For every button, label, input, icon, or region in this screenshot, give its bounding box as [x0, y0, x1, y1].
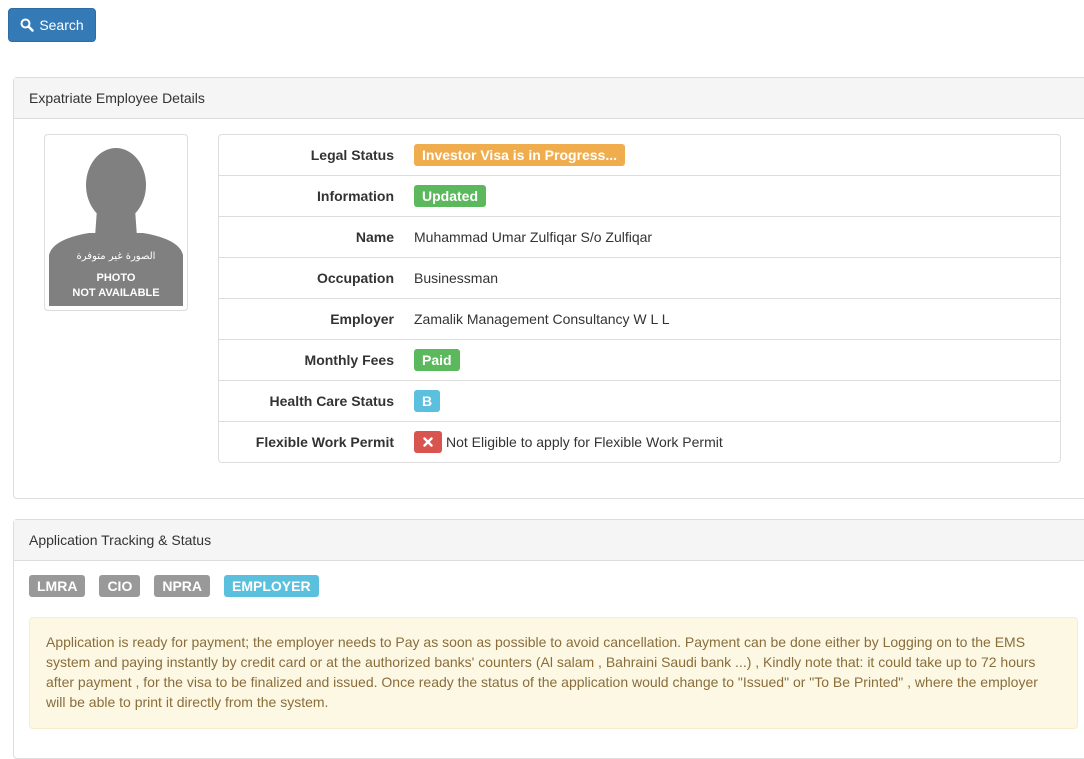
- table-row: Health Care Status B: [219, 380, 1060, 421]
- row-label: Occupation: [316, 270, 394, 286]
- row-label: Flexible Work Permit: [255, 434, 394, 450]
- photo-placeholder: الصورة غير متوفرة PHOTO NOT AVAILABLE: [44, 134, 188, 311]
- status-message: Application is ready for payment; the em…: [29, 617, 1078, 729]
- table-row: Information Updated: [219, 175, 1060, 216]
- name-value: Muhammad Umar Zulfiqar S/o Zulfiqar: [414, 229, 653, 245]
- flexible-permit-value: Not Eligible to apply for Flexible Work …: [446, 434, 723, 450]
- occupation-value: Businessman: [414, 270, 499, 286]
- table-row: Name Muhammad Umar Zulfiqar S/o Zulfiqar: [219, 216, 1060, 257]
- stage-lmra: LMRA: [29, 575, 86, 597]
- details-table: Legal Status Investor Visa is in Progres…: [218, 134, 1061, 463]
- search-icon: [20, 18, 35, 32]
- table-row: Monthly Fees Paid: [219, 339, 1060, 380]
- tracking-stages: LMRA CIO NPRA EMPLOYER: [29, 575, 319, 597]
- legal-status-badge: Investor Visa is in Progress...: [414, 144, 626, 166]
- table-row: Legal Status Investor Visa is in Progres…: [219, 135, 1060, 175]
- row-label: Employer: [330, 311, 394, 327]
- employer-value: Zamalik Management Consultancy W L L: [414, 311, 670, 327]
- application-tracking-panel: Application Tracking & Status LMRA CIO N…: [13, 519, 1084, 759]
- row-label: Legal Status: [310, 147, 394, 163]
- search-button[interactable]: Search: [8, 8, 96, 42]
- close-icon: [414, 431, 442, 453]
- photo-text-arabic: الصورة غير متوفرة: [76, 251, 156, 262]
- health-care-badge: B: [414, 390, 441, 412]
- photo-text-line1: PHOTO: [96, 272, 136, 284]
- table-row: Occupation Businessman: [219, 257, 1060, 298]
- stage-employer: EMPLOYER: [224, 575, 319, 597]
- row-label: Information: [317, 188, 394, 204]
- search-button-label: Search: [39, 17, 84, 33]
- stage-cio: CIO: [99, 575, 141, 597]
- table-row: Flexible Work Permit Not Eligible to app…: [219, 421, 1060, 462]
- table-row: Employer Zamalik Management Consultancy …: [219, 298, 1060, 339]
- monthly-fees-badge: Paid: [414, 349, 460, 371]
- panel-title: Expatriate Employee Details: [14, 78, 1084, 119]
- employee-details-panel: Expatriate Employee Details الصورة غير م…: [13, 77, 1084, 499]
- row-label: Monthly Fees: [304, 352, 394, 368]
- stage-npra: NPRA: [154, 575, 210, 597]
- row-label: Health Care Status: [269, 393, 394, 409]
- information-badge: Updated: [414, 185, 486, 207]
- photo-text-line2: NOT AVAILABLE: [72, 287, 160, 299]
- panel-title: Application Tracking & Status: [14, 520, 1084, 561]
- row-label: Name: [355, 229, 394, 245]
